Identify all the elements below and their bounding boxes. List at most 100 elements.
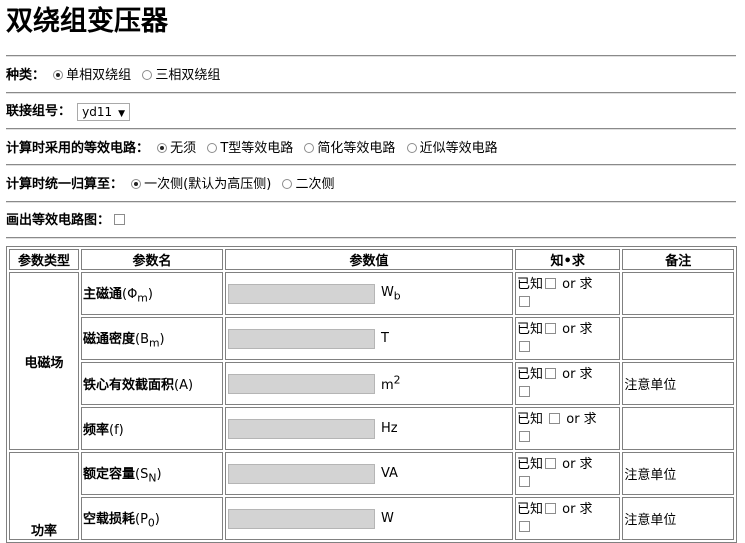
param-value-input[interactable]: [227, 283, 375, 304]
known-checkbox[interactable]: [549, 412, 561, 424]
note-cell: 注意单位: [622, 362, 734, 405]
solve-checkbox[interactable]: [518, 340, 530, 352]
circuit-label: 计算时采用的等效电路：: [6, 141, 150, 156]
known-checkbox[interactable]: [544, 457, 556, 469]
known-solve-cell: 已知 or 求: [514, 272, 621, 315]
header-param-type: 参数类型: [9, 249, 79, 270]
table-header-row: 参数类型 参数名 参数值 知•求 备注: [9, 249, 734, 270]
known-solve-cell: 已知 or 求: [514, 497, 621, 540]
chevron-down-icon: ▼: [118, 108, 126, 119]
known-solve-cell: 已知 or 求: [514, 317, 621, 360]
header-note: 备注: [622, 249, 734, 270]
param-unit: W: [380, 511, 394, 526]
param-value-input[interactable]: [227, 508, 375, 529]
category-cell: 功率: [9, 452, 79, 540]
note-cell: 注意单位: [622, 497, 734, 540]
known-checkbox[interactable]: [544, 502, 556, 514]
known-solve-cell: 已知 or 求: [514, 362, 621, 405]
circuit-row: 计算时采用的等效电路： 无须 T型等效电路 简化等效电路 近似等效电路: [6, 139, 501, 159]
known-solve-cell: 已知 or 求: [514, 452, 621, 495]
draw-label: 画出等效电路图：: [6, 213, 111, 228]
refer-radio-primary[interactable]: [131, 179, 142, 189]
type-label: 种类：: [6, 68, 46, 83]
circuit-radio-t[interactable]: [207, 143, 218, 153]
refer-option-secondary[interactable]: 二次侧: [295, 177, 334, 192]
param-unit: m2: [380, 373, 401, 394]
draw-checkbox[interactable]: [114, 214, 126, 225]
circuit-option-approx[interactable]: 近似等效电路: [420, 141, 498, 156]
draw-row: 画出等效电路图：: [6, 211, 126, 231]
param-unit: Hz: [380, 421, 398, 436]
table-row: 磁通密度(Bm) T 已知 or 求: [9, 317, 734, 360]
param-name: 铁心有效截面积(A): [80, 362, 223, 405]
known-checkbox[interactable]: [544, 277, 556, 289]
divider: [6, 164, 736, 166]
divider: [6, 201, 736, 203]
param-value-cell: VA: [224, 452, 513, 495]
table-row: 铁心有效截面积(A) m2 已知 or 求 注意单位: [9, 362, 734, 405]
note-cell: [622, 407, 734, 450]
connection-label: 联接组号：: [6, 104, 72, 119]
refer-label: 计算时统一归算至：: [6, 177, 124, 192]
param-value-cell: m2: [224, 362, 513, 405]
table-row: 功率 额定容量(SN) VA 已知 or 求 注意单位: [9, 452, 734, 540]
table-row: 电磁场 主磁通(Φm) Wb 已知 or 求: [9, 272, 734, 450]
param-name: 频率(f): [80, 407, 223, 450]
known-checkbox[interactable]: [544, 322, 556, 334]
known-solve-cell: 已知 or 求: [514, 407, 621, 450]
parameter-table: 参数类型 参数名 参数值 知•求 备注 电磁场 主磁通(Φm) Wb 已知 or…: [6, 246, 737, 543]
param-value-cell: Hz: [224, 407, 513, 450]
circuit-option-none[interactable]: 无须: [170, 141, 196, 156]
solve-checkbox[interactable]: [518, 385, 530, 397]
type-row: 种类： 单相双绕组 三相双绕组: [6, 66, 223, 86]
divider: [6, 237, 736, 239]
note-cell: [622, 317, 734, 360]
refer-radio-secondary[interactable]: [282, 179, 293, 189]
param-name: 主磁通(Φm): [80, 272, 223, 315]
type-radio-single[interactable]: [53, 70, 64, 80]
divider: [6, 128, 736, 130]
param-value-cell: T: [224, 317, 513, 360]
solve-checkbox[interactable]: [518, 295, 530, 307]
circuit-radio-none[interactable]: [157, 143, 168, 153]
type-option-single[interactable]: 单相双绕组: [66, 68, 131, 83]
param-value-cell: Wb: [224, 272, 513, 315]
type-option-three[interactable]: 三相双绕组: [155, 68, 220, 83]
circuit-radio-simplified[interactable]: [304, 143, 315, 153]
connection-select-value: yd11: [82, 104, 113, 119]
refer-row: 计算时统一归算至： 一次侧(默认为高压侧) 二次侧: [6, 175, 337, 195]
divider: [6, 92, 736, 94]
circuit-option-simplified[interactable]: 简化等效电路: [317, 141, 395, 156]
param-value-input[interactable]: [227, 463, 375, 484]
table-row: 频率(f) Hz 已知 or 求: [9, 407, 734, 450]
known-checkbox[interactable]: [544, 367, 556, 379]
circuit-radio-approx[interactable]: [406, 143, 417, 153]
header-param-name: 参数名: [80, 249, 223, 270]
param-unit: Wb: [380, 284, 401, 303]
param-unit: T: [380, 331, 389, 346]
solve-checkbox[interactable]: [518, 520, 530, 532]
param-unit: VA: [380, 466, 398, 481]
connection-row: 联接组号： yd11 ▼: [6, 102, 131, 122]
connection-select[interactable]: yd11 ▼: [77, 102, 131, 121]
header-param-value: 参数值: [224, 249, 513, 270]
category-cell: 电磁场: [9, 272, 79, 450]
param-value-cell: W: [224, 497, 513, 540]
param-value-input[interactable]: [227, 328, 375, 349]
header-known-solve: 知•求: [514, 249, 621, 270]
type-radio-three[interactable]: [142, 70, 153, 80]
refer-option-primary[interactable]: 一次侧(默认为高压侧): [144, 177, 271, 192]
table-row: 空载损耗(P0) W 已知 or 求 注意单位: [9, 497, 734, 540]
param-value-input[interactable]: [227, 373, 375, 394]
solve-checkbox[interactable]: [518, 475, 530, 487]
page-title: 双绕组变压器: [6, 6, 168, 37]
circuit-option-t[interactable]: T型等效电路: [220, 141, 293, 156]
divider: [6, 55, 736, 57]
note-cell: 注意单位: [622, 452, 734, 495]
param-name: 空载损耗(P0): [80, 497, 223, 540]
param-name: 额定容量(SN): [80, 452, 223, 495]
param-value-input[interactable]: [227, 418, 375, 439]
solve-checkbox[interactable]: [518, 430, 530, 442]
param-name: 磁通密度(Bm): [80, 317, 223, 360]
note-cell: [622, 272, 734, 315]
